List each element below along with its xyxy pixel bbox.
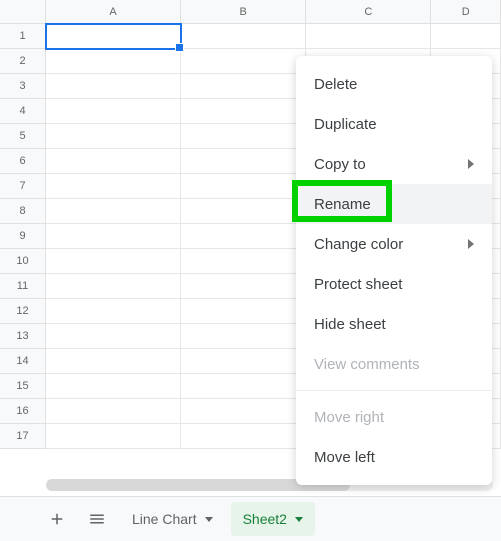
cell[interactable] (46, 124, 181, 149)
cell[interactable] (181, 124, 306, 149)
chevron-right-icon (468, 159, 474, 169)
row-header[interactable]: 7 (0, 174, 46, 199)
row-header[interactable]: 6 (0, 149, 46, 174)
chevron-down-icon (205, 517, 213, 522)
cell[interactable] (181, 99, 306, 124)
column-header-B[interactable]: B (181, 0, 306, 23)
column-headers-row: A B C D (0, 0, 501, 24)
menu-item-view-comments: View comments (296, 344, 492, 384)
menu-item-move-right: Move right (296, 397, 492, 437)
cell[interactable] (181, 249, 306, 274)
cell[interactable] (181, 24, 306, 49)
cell[interactable] (46, 399, 181, 424)
row-header[interactable]: 4 (0, 99, 46, 124)
menu-item-protect-sheet[interactable]: Protect sheet (296, 264, 492, 304)
menu-icon (88, 510, 106, 528)
cell[interactable] (46, 274, 181, 299)
menu-item-hide-sheet[interactable]: Hide sheet (296, 304, 492, 344)
menu-item-change-color[interactable]: Change color (296, 224, 492, 264)
row-header[interactable]: 1 (0, 24, 46, 49)
menu-item-label: Delete (314, 76, 357, 93)
sheet-tab-line-chart[interactable]: Line Chart (120, 502, 225, 536)
cell[interactable] (181, 74, 306, 99)
row-header[interactable]: 8 (0, 199, 46, 224)
row-header[interactable]: 5 (0, 124, 46, 149)
cell[interactable] (46, 74, 181, 99)
row-header[interactable]: 12 (0, 299, 46, 324)
cell[interactable] (46, 24, 181, 49)
menu-item-label: Move right (314, 409, 384, 426)
row-header[interactable]: 11 (0, 274, 46, 299)
row-header[interactable]: 17 (0, 424, 46, 449)
menu-divider (296, 390, 492, 391)
chevron-down-icon (295, 517, 303, 522)
cell[interactable] (181, 149, 306, 174)
cell[interactable] (181, 399, 306, 424)
cell[interactable] (46, 99, 181, 124)
menu-item-label: Duplicate (314, 116, 377, 133)
menu-item-label: Change color (314, 236, 403, 253)
cell[interactable] (181, 274, 306, 299)
cell[interactable] (46, 224, 181, 249)
menu-item-label: View comments (314, 356, 420, 373)
grid-row: 1 (0, 24, 501, 49)
all-sheets-button[interactable] (80, 502, 114, 536)
menu-item-duplicate[interactable]: Duplicate (296, 104, 492, 144)
sheet-tab-label: Sheet2 (243, 511, 287, 527)
sheet-tab-bar: Line Chart Sheet2 (0, 496, 501, 541)
column-header-A[interactable]: A (46, 0, 181, 23)
cell[interactable] (46, 149, 181, 174)
row-header[interactable]: 3 (0, 74, 46, 99)
cell[interactable] (181, 349, 306, 374)
menu-item-label: Move left (314, 449, 375, 466)
cell[interactable] (181, 424, 306, 449)
cell[interactable] (46, 424, 181, 449)
row-header[interactable]: 16 (0, 399, 46, 424)
row-header[interactable]: 13 (0, 324, 46, 349)
menu-item-copy-to[interactable]: Copy to (296, 144, 492, 184)
cell[interactable] (181, 374, 306, 399)
menu-item-delete[interactable]: Delete (296, 64, 492, 104)
row-header[interactable]: 9 (0, 224, 46, 249)
sheet-tab-sheet2[interactable]: Sheet2 (231, 502, 315, 536)
cell[interactable] (181, 299, 306, 324)
sheet-tab-label: Line Chart (132, 511, 197, 527)
cell[interactable] (46, 324, 181, 349)
cell[interactable] (181, 224, 306, 249)
cell[interactable] (46, 249, 181, 274)
cell[interactable] (46, 374, 181, 399)
cell[interactable] (181, 49, 306, 74)
column-header-C[interactable]: C (306, 0, 431, 23)
select-all-corner[interactable] (0, 0, 46, 23)
cell[interactable] (431, 24, 501, 49)
cell[interactable] (46, 349, 181, 374)
menu-item-rename[interactable]: Rename (296, 184, 492, 224)
menu-item-label: Rename (314, 196, 371, 213)
row-header[interactable]: 14 (0, 349, 46, 374)
cell[interactable] (306, 24, 431, 49)
cell[interactable] (181, 199, 306, 224)
cell[interactable] (181, 324, 306, 349)
chevron-right-icon (468, 239, 474, 249)
cell[interactable] (46, 174, 181, 199)
cell[interactable] (46, 49, 181, 74)
plus-icon (48, 510, 66, 528)
column-header-D[interactable]: D (431, 0, 501, 23)
menu-item-move-left[interactable]: Move left (296, 437, 492, 477)
sheet-context-menu: Delete Duplicate Copy to Rename Change c… (296, 56, 492, 485)
cell[interactable] (46, 299, 181, 324)
menu-item-label: Copy to (314, 156, 366, 173)
row-header[interactable]: 10 (0, 249, 46, 274)
add-sheet-button[interactable] (40, 502, 74, 536)
row-header[interactable]: 15 (0, 374, 46, 399)
row-header[interactable]: 2 (0, 49, 46, 74)
cell[interactable] (181, 174, 306, 199)
menu-item-label: Hide sheet (314, 316, 386, 333)
menu-item-label: Protect sheet (314, 276, 402, 293)
cell[interactable] (46, 199, 181, 224)
